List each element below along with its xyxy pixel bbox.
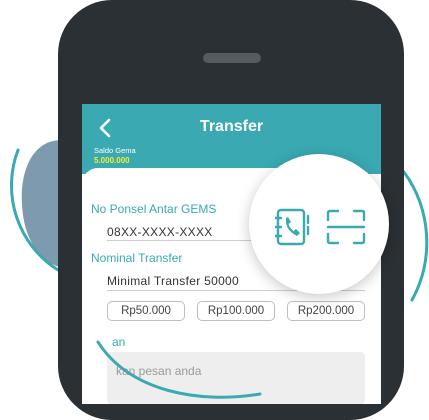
- amount-field-label: Nominal Transfer: [91, 251, 183, 265]
- decorative-arc-right: [402, 170, 429, 302]
- quick-amount-100000-button[interactable]: Rp100.000: [197, 301, 275, 321]
- magnifier-circle: [249, 154, 389, 294]
- decorative-blob: [21, 140, 62, 268]
- contact-book-icon[interactable]: [275, 207, 311, 247]
- phone-speaker: [203, 53, 261, 63]
- message-input[interactable]: [107, 352, 365, 404]
- scan-frame-icon[interactable]: [326, 209, 366, 245]
- balance-label: Saldo Gema: [94, 146, 136, 155]
- balance-value: 5.000.000: [94, 156, 130, 165]
- message-placeholder: kan pesan anda: [116, 364, 202, 378]
- amount-input[interactable]: Minimal Transfer 50000: [107, 274, 239, 288]
- message-field-label: an: [112, 335, 126, 349]
- quick-amount-200000-button[interactable]: Rp200.000: [287, 301, 365, 321]
- phone-input[interactable]: 08XX-XXXX-XXXX: [107, 225, 213, 239]
- page-title: Transfer: [199, 118, 264, 135]
- phone-field-label: No Ponsel Antar GEMS: [91, 202, 217, 216]
- quick-amount-50000-button[interactable]: Rp50.000: [107, 301, 185, 321]
